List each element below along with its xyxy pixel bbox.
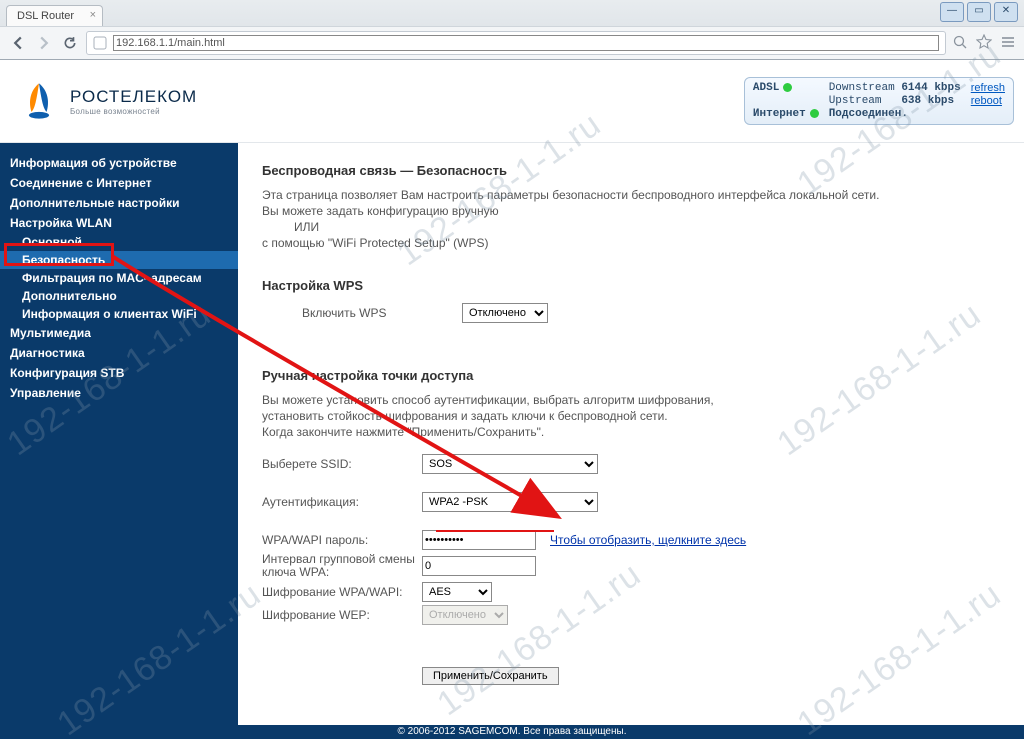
show-password-link[interactable]: Чтобы отобразить, щелкните здесь	[550, 533, 746, 547]
intro-or: ИЛИ	[262, 220, 1000, 234]
adsl-label: ADSL	[753, 82, 779, 94]
wps-section-title: Настройка WPS	[262, 278, 1000, 293]
page-header: РОСТЕЛЕКОМ Больше возможностей ADSL Down…	[0, 60, 1024, 143]
ssid-select[interactable]: SOS	[422, 454, 598, 474]
adsl-status-dot	[783, 83, 792, 92]
downstream-value: 6144 kbps	[901, 82, 960, 94]
auth-label: Аутентификация:	[262, 495, 422, 509]
menu-icon[interactable]	[1000, 34, 1016, 53]
browser-chrome: — ▭ ✕ DSL Router ×	[0, 0, 1024, 60]
sidebar-item-multimedia[interactable]: Мультимедиа	[0, 323, 238, 343]
search-icon[interactable]	[952, 34, 968, 53]
annotation-underline	[436, 530, 554, 532]
upstream-label: Upstream	[829, 95, 882, 107]
internet-status-dot	[810, 109, 819, 118]
sidebar: Информация об устройстве Соединение с Ин…	[0, 143, 238, 736]
ssid-label: Выберете SSID:	[262, 457, 422, 471]
connection-status: Подсоединен.	[829, 108, 1005, 120]
window-maximize[interactable]: ▭	[967, 2, 991, 22]
wps-select[interactable]: Отключено	[462, 303, 548, 323]
logo: РОСТЕЛЕКОМ Больше возможностей	[18, 80, 197, 122]
auth-select[interactable]: WPA2 -PSK	[422, 492, 598, 512]
sidebar-item-stb-config[interactable]: Конфигурация STB	[0, 363, 238, 383]
password-label: WPA/WAPI пароль:	[262, 533, 422, 547]
upstream-value: 638 kbps	[901, 95, 954, 107]
encryption-select[interactable]: AES	[422, 582, 492, 602]
sidebar-subitem-basic[interactable]: Основной	[0, 233, 238, 251]
page-title: Беспроводная связь — Безопасность	[262, 163, 1000, 178]
url-input[interactable]	[113, 35, 939, 51]
rekey-label: Интервал групповой смены ключа WPA:	[262, 553, 422, 579]
wps-enable-label: Включить WPS	[262, 306, 462, 320]
save-button[interactable]: Применить/Сохранить	[422, 667, 559, 685]
wep-select: Отключено	[422, 605, 508, 625]
manual-section-title: Ручная настройка точки доступа	[262, 368, 1000, 383]
window-close[interactable]: ✕	[994, 2, 1018, 22]
sidebar-item-management[interactable]: Управление	[0, 383, 238, 403]
address-bar[interactable]	[86, 31, 946, 55]
sidebar-item-wlan[interactable]: Настройка WLAN	[0, 213, 238, 233]
page-body: 192-168-1-1.ru 192-168-1-1.ru 192-168-1-…	[0, 60, 1024, 727]
brand-slogan: Больше возможностей	[70, 107, 197, 116]
star-icon[interactable]	[976, 34, 992, 53]
brand-name: РОСТЕЛЕКОМ	[70, 87, 197, 107]
rekey-input[interactable]	[422, 556, 536, 576]
tab-title: DSL Router	[17, 10, 74, 22]
back-button[interactable]	[8, 33, 28, 53]
password-input[interactable]	[422, 530, 536, 550]
downstream-label: Downstream	[829, 82, 895, 94]
sidebar-item-device-info[interactable]: Информация об устройстве	[0, 153, 238, 173]
manual-text-3: Когда закончите нажмите "Применить/Сохра…	[262, 425, 1000, 439]
window-minimize[interactable]: —	[940, 2, 964, 22]
internet-label: Интернет	[753, 108, 806, 120]
logo-icon	[18, 80, 60, 122]
wep-label: Шифрование WEP:	[262, 608, 422, 622]
sidebar-subitem-additional[interactable]: Дополнительно	[0, 287, 238, 305]
refresh-link[interactable]: refresh	[971, 82, 1005, 94]
forward-button[interactable]	[34, 33, 54, 53]
sidebar-subitem-mac-filter[interactable]: Фильтрация по MAC- адресам	[0, 269, 238, 287]
sidebar-item-internet[interactable]: Соединение с Интернет	[0, 173, 238, 193]
content-area: Беспроводная связь — Безопасность Эта ст…	[238, 143, 1024, 736]
reload-button[interactable]	[60, 33, 80, 53]
status-panel: ADSL Downstream 6144 kbps refresh Upstre…	[744, 77, 1014, 125]
intro-text-1: Эта страница позволяет Вам настроить пар…	[262, 188, 1000, 202]
footer: © 2006-2012 SAGEMCOM. Все права защищены…	[0, 725, 1024, 739]
intro-text-3: с помощью "WiFi Protected Setup" (WPS)	[262, 236, 1000, 250]
sidebar-subitem-security[interactable]: Безопасность	[0, 251, 238, 269]
globe-icon	[93, 36, 107, 50]
manual-text-2: установить стойкость шифрования и задать…	[262, 409, 1000, 423]
intro-text-2: Вы можете задать конфигурацию вручную	[262, 204, 1000, 218]
sidebar-item-diagnostics[interactable]: Диагностика	[0, 343, 238, 363]
sidebar-subitem-wifi-clients[interactable]: Информация о клиентах WiFi	[0, 305, 238, 323]
encryption-label: Шифрование WPA/WAPI:	[262, 585, 422, 599]
sidebar-item-advanced[interactable]: Дополнительные настройки	[0, 193, 238, 213]
reboot-link[interactable]: reboot	[971, 95, 1005, 107]
tab-close-icon[interactable]: ×	[90, 9, 96, 21]
manual-text-1: Вы можете установить способ аутентификац…	[262, 393, 1000, 407]
browser-tab[interactable]: DSL Router ×	[6, 5, 103, 26]
